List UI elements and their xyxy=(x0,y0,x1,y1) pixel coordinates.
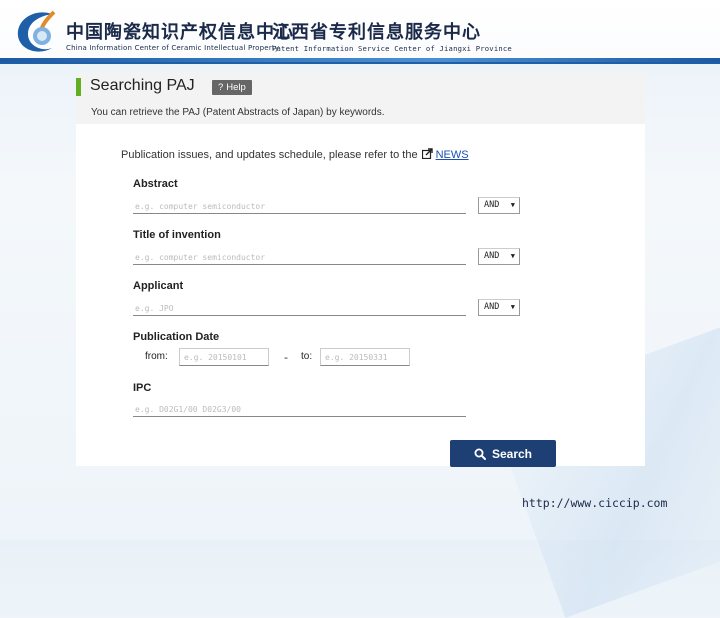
header-stripe xyxy=(0,58,720,62)
title-label: Title of invention xyxy=(133,229,221,241)
help-question-icon: ? xyxy=(218,82,224,93)
abstract-input[interactable]: e.g. computer semiconductor xyxy=(133,200,466,214)
search-panel: Searching PAJ ? Help You can retrieve the… xyxy=(76,72,645,467)
header-subtitle-en-1: China Information Center of Ceramic Inte… xyxy=(66,44,280,52)
applicant-input[interactable]: e.g. JPO xyxy=(133,302,466,316)
news-link[interactable]: NEWS xyxy=(436,149,469,161)
page-description: You can retrieve the PAJ (Patent Abstrac… xyxy=(91,107,385,118)
title-accent-bar xyxy=(76,78,81,96)
abstract-operator-select[interactable]: AND ▼ xyxy=(478,197,520,214)
magnifier-icon xyxy=(474,448,486,460)
panel-header: Searching PAJ ? Help You can retrieve the… xyxy=(76,72,645,124)
title-operator-value: AND xyxy=(484,251,500,261)
search-button[interactable]: Search xyxy=(450,440,556,467)
search-button-label: Search xyxy=(491,446,533,461)
footer-url: http://www.ciccip.com xyxy=(522,496,668,510)
pubdate-label: Publication Date xyxy=(133,331,220,343)
news-notice-text: Publication issues, and updates schedule… xyxy=(121,149,418,161)
select-arrow-icon: ▼ xyxy=(510,252,515,260)
pubdate-from-input[interactable]: e.g. 20150101 xyxy=(179,348,269,366)
news-notice: Publication issues, and updates schedule… xyxy=(121,148,469,161)
applicant-operator-value: AND xyxy=(484,302,500,312)
pubdate-from-label: from: xyxy=(145,351,168,362)
abstract-operator-value: AND xyxy=(484,200,500,210)
header-title-cn-2: 江西省专利信息服务中心 xyxy=(272,22,481,43)
pubdate-to-input[interactable]: e.g. 20150331 xyxy=(320,348,410,366)
applicant-operator-select[interactable]: AND ▼ xyxy=(478,299,520,316)
pubdate-to-label: to: xyxy=(301,351,313,362)
ipc-input[interactable]: e.g. D02G1/00 D02G3/00 xyxy=(133,403,466,417)
page-title: Searching PAJ xyxy=(90,77,195,94)
title-input[interactable]: e.g. computer semiconductor xyxy=(133,251,466,265)
header-title-cn-1: 中国陶瓷知识产权信息中心 xyxy=(66,22,294,43)
select-arrow-icon: ▼ xyxy=(510,201,515,209)
logo-icon xyxy=(17,10,56,52)
help-button-label: Help xyxy=(226,82,246,93)
select-arrow-icon: ▼ xyxy=(510,303,515,311)
abstract-label: Abstract xyxy=(133,178,178,190)
external-link-icon xyxy=(421,148,433,159)
help-button[interactable]: ? Help xyxy=(212,80,252,95)
title-operator-select[interactable]: AND ▼ xyxy=(478,248,520,265)
ipc-label: IPC xyxy=(133,382,152,394)
applicant-label: Applicant xyxy=(133,280,184,292)
pubdate-dash: - xyxy=(284,351,288,364)
header-subtitle-en-2: Patent Information Service Center of Jia… xyxy=(272,44,512,53)
site-header: 中国陶瓷知识产权信息中心 China Information Center of… xyxy=(0,0,720,64)
